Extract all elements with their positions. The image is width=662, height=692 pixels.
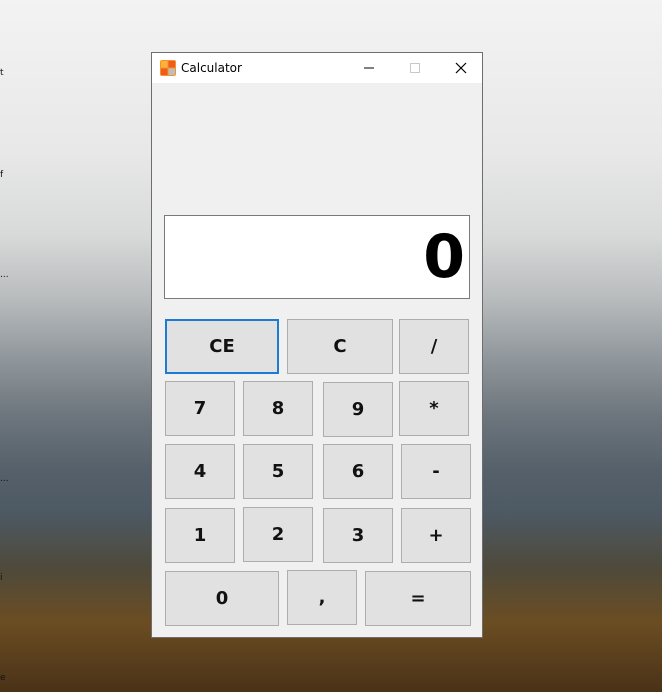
digit-4-button[interactable]: 4	[165, 444, 235, 499]
digit-6-button[interactable]: 6	[323, 444, 393, 499]
minimize-icon	[364, 67, 374, 69]
display-value: 0	[423, 222, 465, 292]
divide-button[interactable]: /	[399, 319, 469, 374]
result-display: 0	[164, 215, 470, 299]
calculator-window: Calculator 0 CE C / 7 8 9 * 4 5 6 - 1 2 …	[151, 52, 483, 638]
calculator-app-icon	[160, 60, 176, 76]
digit-5-button[interactable]: 5	[243, 444, 313, 499]
digit-8-button[interactable]: 8	[243, 381, 313, 436]
clear-button[interactable]: C	[287, 319, 393, 374]
title-bar[interactable]: Calculator	[152, 53, 482, 83]
decimal-comma-button[interactable]: ,	[287, 570, 357, 625]
close-icon	[455, 62, 467, 74]
maximize-icon	[410, 63, 420, 73]
minimize-button[interactable]	[346, 53, 392, 83]
desktop-icon-label[interactable]: i	[0, 573, 8, 583]
digit-2-button[interactable]: 2	[243, 507, 313, 562]
desktop-icon-label[interactable]: e	[0, 673, 8, 683]
desktop-icon-label[interactable]: ...	[0, 270, 9, 280]
clear-entry-button[interactable]: CE	[165, 319, 279, 374]
equals-button[interactable]: =	[365, 571, 471, 626]
plus-button[interactable]: +	[401, 508, 471, 563]
maximize-button[interactable]	[392, 53, 438, 83]
minus-button[interactable]: -	[401, 444, 471, 499]
digit-1-button[interactable]: 1	[165, 508, 235, 563]
close-button[interactable]	[438, 53, 484, 83]
digit-9-button[interactable]: 9	[323, 382, 393, 437]
desktop-icon-label[interactable]: t	[0, 68, 8, 78]
multiply-button[interactable]: *	[399, 381, 469, 436]
digit-7-button[interactable]: 7	[165, 381, 235, 436]
desktop-icon-label[interactable]: ...	[0, 474, 9, 484]
desktop-icon-label[interactable]: f	[0, 170, 8, 180]
digit-0-button[interactable]: 0	[165, 571, 279, 626]
digit-3-button[interactable]: 3	[323, 508, 393, 563]
window-title: Calculator	[181, 61, 242, 75]
